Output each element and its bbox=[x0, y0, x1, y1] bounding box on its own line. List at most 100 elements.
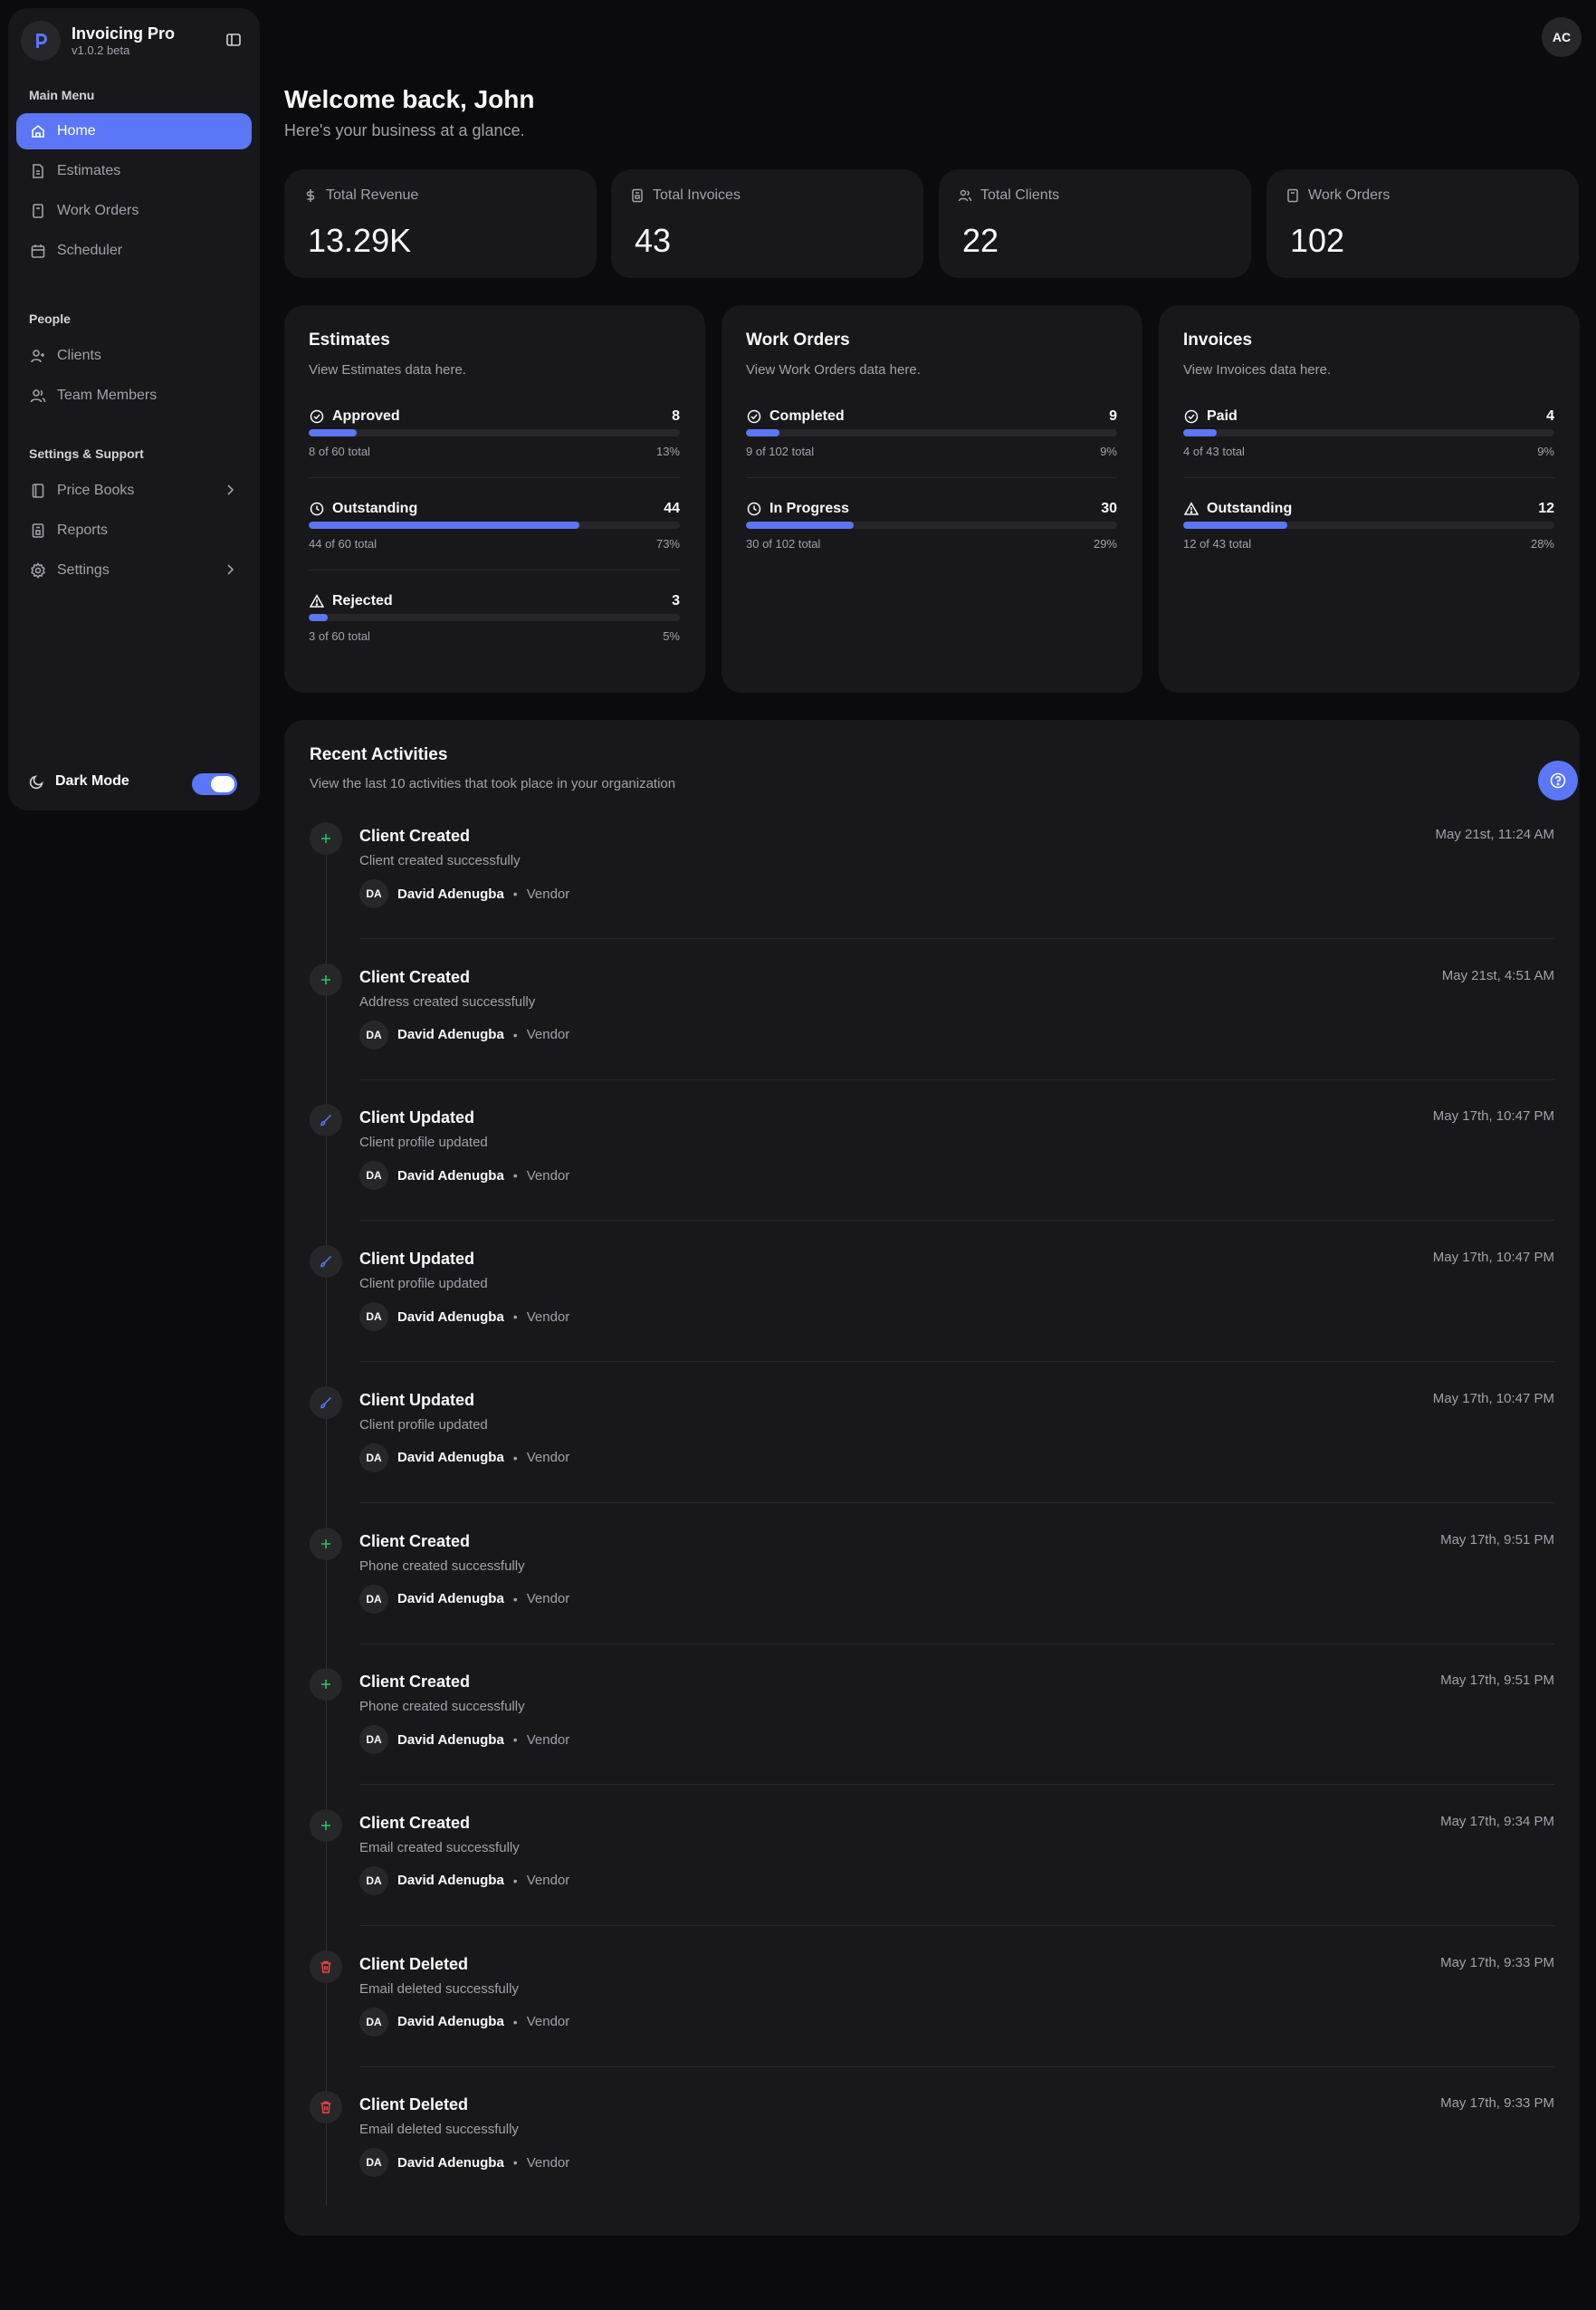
activity-title: Client Updated bbox=[359, 1250, 475, 1269]
user-name[interactable]: David Adenugba bbox=[397, 1873, 504, 1888]
avatar[interactable]: DA bbox=[359, 1443, 388, 1472]
trash-icon bbox=[310, 1950, 342, 1983]
warning-icon bbox=[309, 593, 325, 609]
user-avatar-button[interactable]: AC bbox=[1542, 17, 1582, 57]
activity-message: Email created successfully bbox=[359, 1839, 520, 1855]
summary-description: View Invoices data here. bbox=[1183, 362, 1332, 378]
user-role: Vendor bbox=[526, 1167, 570, 1184]
avatar[interactable]: DA bbox=[359, 1020, 388, 1050]
activity-item: Client Deleted Email deleted successfully… bbox=[310, 1950, 1554, 2092]
sidebar-toggle-icon[interactable] bbox=[221, 27, 246, 53]
progress-bar bbox=[746, 522, 1117, 529]
user-name[interactable]: David Adenugba bbox=[397, 1027, 504, 1042]
user-name[interactable]: David Adenugba bbox=[397, 1309, 504, 1325]
pen-icon bbox=[310, 1104, 342, 1137]
metric-total: 44 of 60 total bbox=[309, 537, 377, 551]
user-name[interactable]: David Adenugba bbox=[397, 1732, 504, 1748]
avatar[interactable]: DA bbox=[359, 1161, 388, 1191]
activity-item: Client Created Client created successfull… bbox=[310, 822, 1554, 963]
separator-dot: • bbox=[512, 887, 518, 901]
avatar[interactable]: DA bbox=[359, 879, 388, 908]
metric-outstanding: Outstanding 12 12 of 43 total 28% bbox=[1183, 501, 1554, 593]
activity-title: Client Created bbox=[359, 827, 471, 845]
activity-message: Client profile updated bbox=[359, 1135, 488, 1151]
sidebar-item-settings[interactable]: Settings bbox=[16, 552, 252, 589]
section-label-people: People bbox=[29, 312, 71, 326]
activity-message: Address created successfully bbox=[359, 993, 536, 1010]
sidebar-item-clients[interactable]: Clients bbox=[16, 338, 252, 374]
sidebar-item-reports[interactable]: Reports bbox=[16, 513, 252, 549]
avatar[interactable]: DA bbox=[359, 1725, 388, 1755]
separator-dot: • bbox=[512, 1309, 518, 1325]
sidebar-item-team-members[interactable]: Team Members bbox=[16, 378, 252, 414]
section-label-main-menu: Main Menu bbox=[29, 88, 95, 102]
metric-percent: 5% bbox=[663, 629, 680, 643]
users-icon bbox=[29, 387, 47, 405]
pen-icon bbox=[310, 1245, 342, 1279]
file-icon bbox=[29, 162, 47, 180]
warning-icon bbox=[1183, 501, 1199, 517]
progress-bar bbox=[309, 522, 680, 529]
activity-user: DA David Adenugba • Vendor bbox=[359, 1443, 569, 1472]
avatar[interactable]: DA bbox=[359, 2007, 388, 2037]
dark-mode-label: Dark Mode bbox=[55, 773, 129, 789]
activity-item: Client Updated Client profile updated May … bbox=[310, 1104, 1554, 1245]
separator-dot: • bbox=[512, 2014, 518, 2029]
user-name[interactable]: David Adenugba bbox=[397, 887, 504, 902]
activity-user: DA David Adenugba • Vendor bbox=[359, 1020, 569, 1050]
plus-icon bbox=[310, 1808, 342, 1842]
metric-name: Approved bbox=[332, 408, 400, 424]
activity-title: Client Deleted bbox=[359, 2095, 469, 2114]
activity-user: DA David Adenugba • Vendor bbox=[359, 1302, 569, 1332]
sidebar-item-work-orders[interactable]: Work Orders bbox=[16, 193, 252, 229]
user-name[interactable]: David Adenugba bbox=[397, 1591, 504, 1606]
summary-description: View Estimates data here. bbox=[309, 362, 466, 378]
stat-card-total-invoices: Total Invoices 43 bbox=[611, 169, 923, 278]
dark-mode-toggle[interactable] bbox=[192, 773, 237, 795]
page-title: Welcome back, John bbox=[284, 85, 535, 113]
clipboard-icon bbox=[1285, 187, 1301, 204]
activity-user: DA David Adenugba • Vendor bbox=[359, 1865, 569, 1895]
activity-message: Phone created successfully bbox=[359, 1558, 525, 1574]
sidebar-item-label: Home bbox=[57, 123, 96, 139]
stat-label: Total Clients bbox=[980, 187, 1060, 203]
check-circle-icon bbox=[746, 408, 762, 425]
brand[interactable]: Invoicing Pro v1.0.2 beta bbox=[21, 21, 175, 61]
user-name[interactable]: David Adenugba bbox=[397, 2155, 504, 2171]
activity-timestamp: May 17th, 9:51 PM bbox=[1440, 1673, 1554, 1689]
activity-item: Client Created Address created successful… bbox=[310, 963, 1554, 1105]
user-name[interactable]: David Adenugba bbox=[397, 1168, 504, 1184]
user-name[interactable]: David Adenugba bbox=[397, 1450, 504, 1465]
avatar[interactable]: DA bbox=[359, 1302, 388, 1332]
metric-name: In Progress bbox=[769, 501, 850, 516]
activity-item: Client Created Phone created successfully… bbox=[310, 1527, 1554, 1669]
progress-fill bbox=[1183, 429, 1217, 436]
clock-icon bbox=[746, 501, 762, 517]
user-role: Vendor bbox=[526, 1731, 570, 1748]
metric-count: 3 bbox=[672, 593, 680, 609]
activity-message: Email deleted successfully bbox=[359, 2122, 519, 2138]
plus-icon bbox=[310, 822, 342, 855]
sidebar-item-price-books[interactable]: Price Books bbox=[16, 473, 252, 509]
user-name[interactable]: David Adenugba bbox=[397, 2014, 504, 2029]
sidebar-item-label: Scheduler bbox=[57, 243, 123, 258]
avatar[interactable]: DA bbox=[359, 1584, 388, 1614]
divider bbox=[746, 477, 1117, 478]
avatar[interactable]: DA bbox=[359, 1865, 388, 1895]
sidebar-item-estimates[interactable]: Estimates bbox=[16, 153, 252, 189]
user-plus-icon bbox=[29, 347, 47, 365]
metric-percent: 9% bbox=[1537, 445, 1554, 458]
home-icon bbox=[29, 122, 47, 140]
sidebar-item-label: Clients bbox=[57, 348, 101, 363]
separator-dot: • bbox=[512, 1873, 518, 1888]
sidebar-item-scheduler[interactable]: Scheduler bbox=[16, 233, 252, 269]
help-button[interactable] bbox=[1538, 761, 1578, 800]
activity-user: DA David Adenugba • Vendor bbox=[359, 1725, 570, 1755]
sidebar-item-home[interactable]: Home bbox=[16, 113, 252, 149]
page-subtitle: Here's your business at a glance. bbox=[284, 121, 525, 139]
pen-icon bbox=[310, 1385, 342, 1419]
metric-total: 3 of 60 total bbox=[309, 629, 370, 643]
metric-count: 12 bbox=[1538, 501, 1554, 516]
summary-title: Work Orders bbox=[746, 331, 850, 350]
avatar[interactable]: DA bbox=[359, 2148, 388, 2178]
